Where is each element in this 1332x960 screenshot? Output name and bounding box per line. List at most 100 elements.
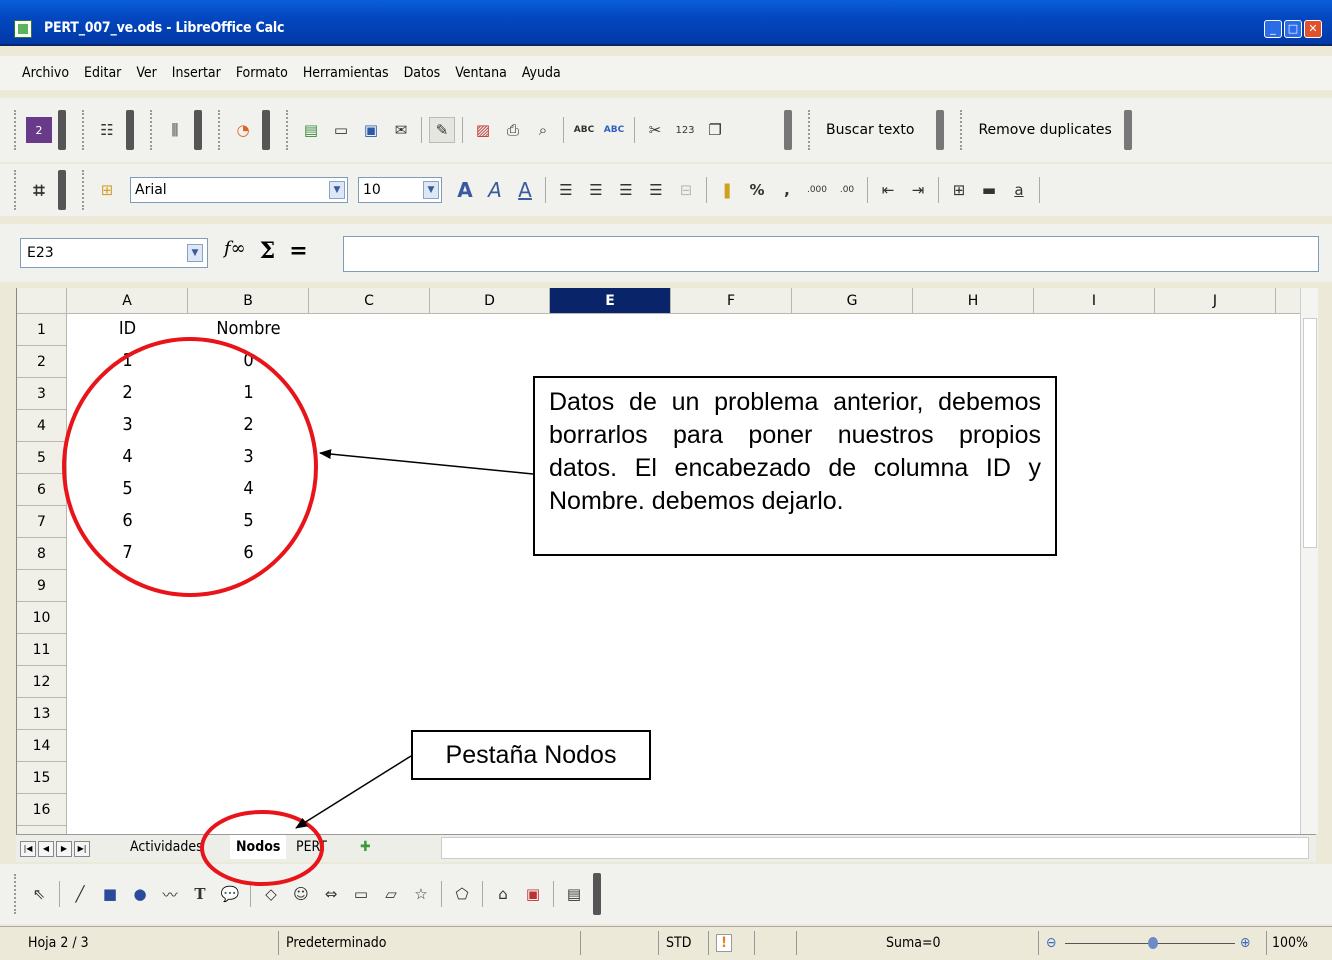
styles-icon[interactable]: ⊞ [94, 177, 120, 203]
menu-archivo[interactable]: Archivo [22, 65, 69, 81]
sum-indicator[interactable]: Suma=0 [886, 935, 941, 951]
row-header[interactable]: 13 [17, 698, 67, 730]
selection-mode[interactable]: STD [666, 935, 691, 951]
page-style[interactable]: Predeterminado [286, 935, 387, 951]
column-header-e[interactable]: E [550, 288, 671, 314]
cell-b3[interactable]: 1 [188, 382, 309, 403]
menu-editar[interactable]: Editar [84, 65, 121, 81]
open-icon[interactable]: ▭ [328, 117, 354, 143]
cell-b7[interactable]: 5 [188, 510, 309, 531]
toolbar-overflow-handle[interactable] [126, 110, 134, 150]
email-icon[interactable]: ✉ [388, 117, 414, 143]
cell-a5[interactable]: 4 [67, 446, 188, 467]
zoom-percent[interactable]: 100% [1272, 935, 1308, 951]
borders-icon[interactable]: ⊞ [946, 177, 972, 203]
image-icon[interactable]: ▣ [520, 881, 546, 907]
cell-b6[interactable]: 4 [188, 478, 309, 499]
cell-a3[interactable]: 2 [67, 382, 188, 403]
toolbar-overflow-handle[interactable] [936, 110, 945, 150]
chevron-down-icon[interactable]: ▼ [187, 244, 203, 262]
paste-icon[interactable]: ❐ [702, 117, 728, 143]
justify-icon[interactable]: ☰ [643, 177, 669, 203]
row-header[interactable]: 3 [17, 378, 67, 410]
toolbar-grip[interactable] [150, 110, 154, 150]
toolbar-grip[interactable] [218, 110, 222, 150]
toolbar-overflow-handle[interactable] [1123, 110, 1132, 150]
toolbar-grip[interactable] [286, 110, 290, 150]
cell-a4[interactable]: 3 [67, 414, 188, 435]
column-header-f[interactable]: F [671, 288, 792, 314]
bold-icon[interactable]: A [452, 177, 478, 203]
sheet-tab-nodos[interactable]: Nodos [230, 835, 287, 859]
formula-input[interactable] [343, 236, 1319, 272]
cut-icon[interactable]: ✂ [642, 117, 668, 143]
vertical-scrollbar[interactable] [1300, 288, 1318, 834]
export-pdf-icon[interactable]: ▨ [470, 117, 496, 143]
color-icon[interactable]: ◔ [230, 117, 256, 143]
next-sheet-icon[interactable]: ▶ [56, 841, 72, 857]
print-preview-icon[interactable]: ⌕ [530, 117, 556, 143]
menu-datos[interactable]: Datos [404, 65, 441, 81]
menu-insertar[interactable]: Insertar [172, 65, 221, 81]
block-arrows-icon[interactable]: ⇔ [318, 881, 344, 907]
grid-icon[interactable]: ☷ [94, 117, 120, 143]
cell-a7[interactable]: 6 [67, 510, 188, 531]
decrease-indent-icon[interactable]: ⇤ [875, 177, 901, 203]
extension-icon[interactable]: 2 [26, 117, 52, 143]
add-sheet-icon[interactable]: ✚ [354, 835, 377, 859]
cell-a2[interactable]: 1 [67, 350, 188, 371]
toolbar-overflow-handle[interactable] [58, 170, 66, 210]
close-button[interactable]: ✕ [1304, 20, 1322, 38]
toolbar-overflow-handle[interactable] [58, 110, 66, 150]
stars-icon[interactable]: ☆ [408, 881, 434, 907]
align-right-icon[interactable]: ☰ [613, 177, 639, 203]
add-decimal-icon[interactable]: .000 [804, 177, 830, 203]
symbol-shapes-icon[interactable]: ☺ [288, 881, 314, 907]
font-color-icon[interactable]: a [1006, 177, 1032, 203]
toolbar-overflow-handle[interactable] [784, 110, 792, 150]
zoom-out-icon[interactable]: ⊖ [1046, 935, 1057, 951]
name-box[interactable]: E23 ▼ [20, 238, 208, 268]
row-header[interactable]: 7 [17, 506, 67, 538]
cell-a6[interactable]: 5 [67, 478, 188, 499]
maximize-button[interactable]: □ [1284, 20, 1302, 38]
scrollbar-thumb[interactable] [1303, 318, 1317, 548]
print-icon[interactable]: ⎙ [500, 117, 526, 143]
line-icon[interactable]: ╱ [67, 881, 93, 907]
fontwork-icon[interactable]: ⌂ [490, 881, 516, 907]
delete-decimal-icon[interactable]: .00 [834, 177, 860, 203]
underline-icon[interactable]: A [512, 177, 538, 203]
toolbar-overflow-handle[interactable] [262, 110, 270, 150]
rectangle-icon[interactable]: ■ [97, 881, 123, 907]
chevron-down-icon[interactable]: ▼ [329, 181, 345, 199]
row-header[interactable]: 11 [17, 634, 67, 666]
extrusion-icon[interactable]: ▤ [561, 881, 587, 907]
column-header-h[interactable]: H [913, 288, 1034, 314]
spreadsheet-grid[interactable]: A B C D E F G H I J 1 2 3 4 5 6 7 8 9 10… [16, 288, 1316, 834]
row-header[interactable]: 8 [17, 538, 67, 570]
row-header[interactable]: 15 [17, 762, 67, 794]
toolbar-grip[interactable] [808, 110, 812, 150]
row-header[interactable]: 1 [17, 314, 67, 346]
row-header[interactable]: 4 [17, 410, 67, 442]
flowchart-icon[interactable]: ▭ [348, 881, 374, 907]
crop-icon[interactable]: ⌗ [26, 177, 52, 203]
points-icon[interactable]: ⬠ [449, 881, 475, 907]
menu-ayuda[interactable]: Ayuda [522, 65, 561, 81]
row-header[interactable]: 6 [17, 474, 67, 506]
chevron-down-icon[interactable]: ▼ [423, 181, 439, 199]
background-color-icon[interactable]: ▬ [976, 177, 1002, 203]
select-pointer-icon[interactable]: ⇖ [26, 881, 52, 907]
menu-ventana[interactable]: Ventana [455, 65, 507, 81]
callouts-icon[interactable]: ▱ [378, 881, 404, 907]
row-header[interactable]: 10 [17, 602, 67, 634]
last-sheet-icon[interactable]: ▶| [74, 841, 90, 857]
font-name-select[interactable]: Arial ▼ [130, 177, 348, 203]
edit-mode-icon[interactable]: ✎ [429, 117, 455, 143]
cell-b1[interactable]: Nombre [188, 318, 309, 339]
text-icon[interactable]: T [187, 881, 213, 907]
row-header[interactable]: 12 [17, 666, 67, 698]
cell-a8[interactable]: 7 [67, 542, 188, 563]
copy-icon[interactable]: 123 [672, 117, 698, 143]
freeform-icon[interactable]: 〰 [157, 881, 183, 907]
